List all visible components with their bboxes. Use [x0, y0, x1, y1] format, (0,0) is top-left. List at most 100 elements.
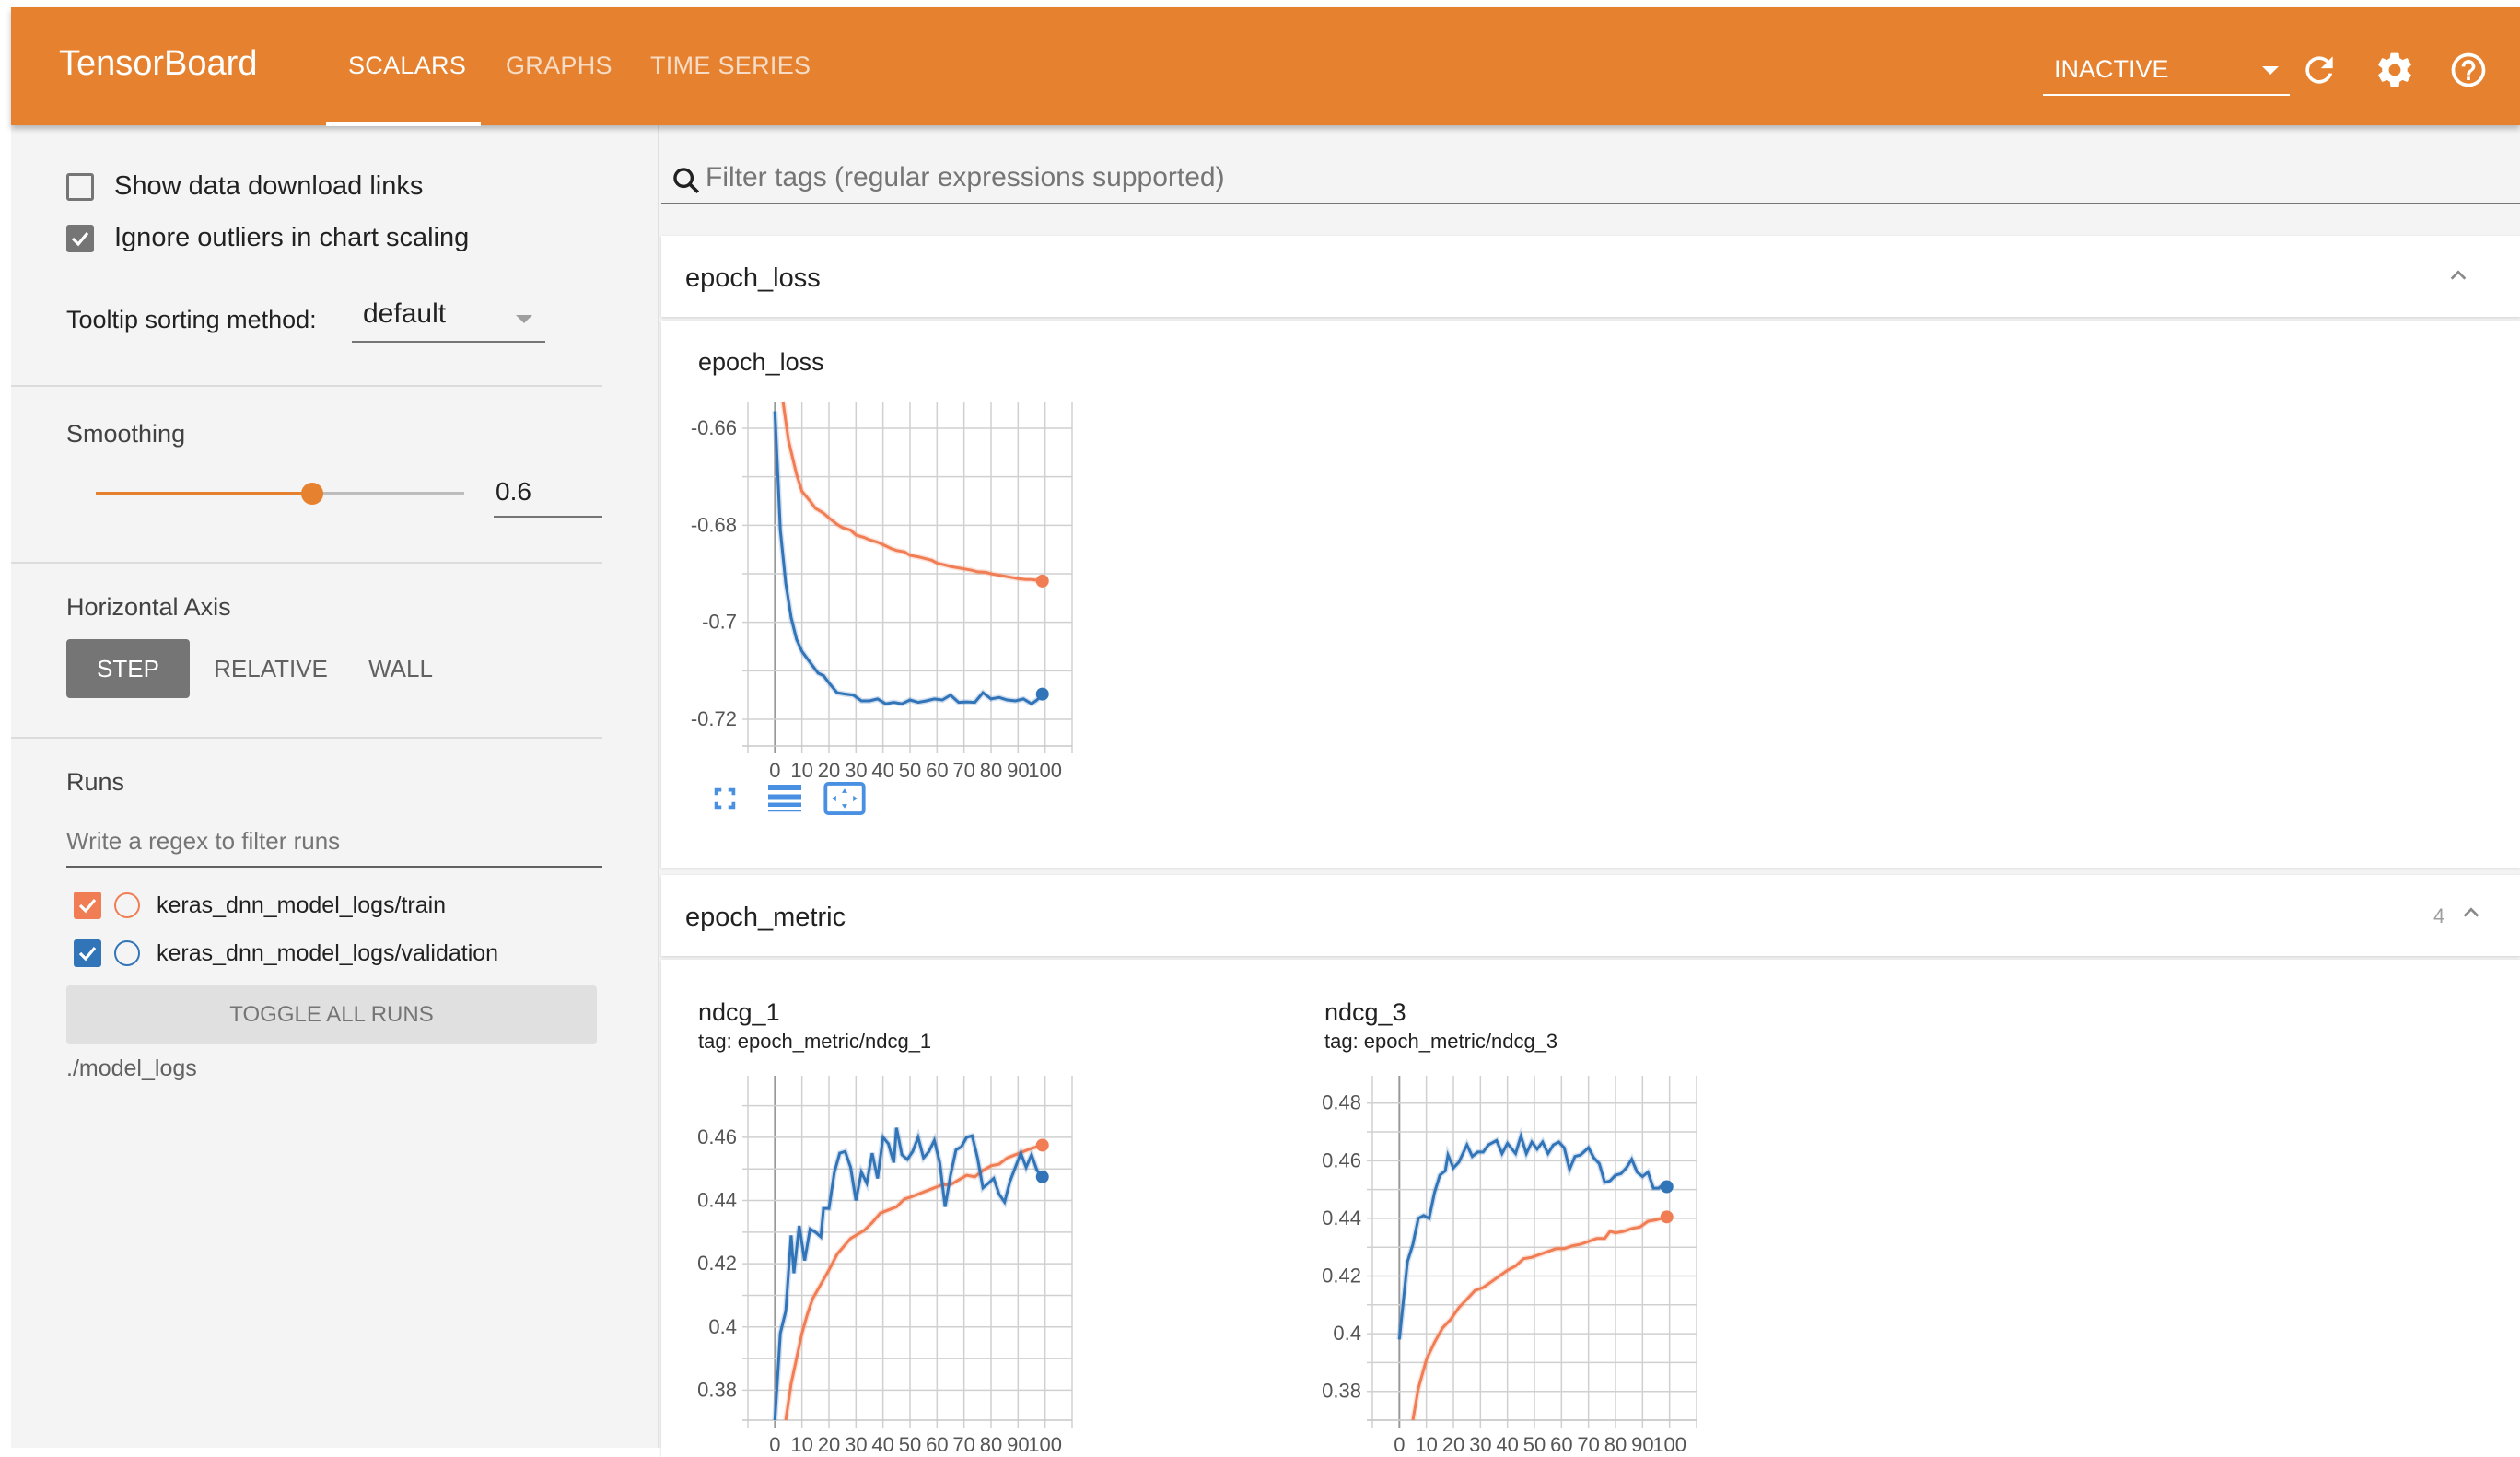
y-tick-label: 0.38 — [1322, 1380, 1361, 1403]
toggle-log-scale-icon[interactable] — [768, 785, 801, 812]
smoothing-value: 0.6 — [496, 477, 531, 506]
show-download-links-checkbox[interactable] — [66, 172, 94, 201]
series-end-marker — [1035, 1170, 1049, 1183]
axis-relative-button[interactable]: RELATIVE — [206, 639, 335, 698]
x-tick-label: 10 — [1415, 1433, 1437, 1455]
x-tick-label: 100 — [1028, 759, 1062, 781]
active-tab-indicator — [326, 122, 481, 126]
series-raw-line — [783, 1142, 1044, 1421]
x-tick-label: 10 — [790, 1433, 812, 1455]
fit-to-data-icon[interactable] — [711, 785, 739, 812]
series-end-marker — [1660, 1180, 1674, 1194]
x-tick-label: 30 — [845, 759, 867, 781]
chevron-up-icon[interactable] — [2448, 265, 2468, 286]
x-tick-label: 30 — [845, 1433, 867, 1455]
run-validation-checkbox[interactable] — [74, 939, 101, 967]
window-top-strip — [0, 0, 2520, 7]
runs-filter-input[interactable]: Write a regex to filter runs — [66, 818, 602, 868]
tab-graphs[interactable]: GRAPHS — [506, 52, 612, 80]
x-tick-label: 20 — [818, 759, 840, 781]
search-icon — [673, 168, 700, 194]
tab-time-series[interactable]: TIME SERIES — [650, 52, 811, 80]
chart-epoch-loss[interactable]: -0.66 -0.68 -0.7 -0.72 0 10 20 30 40 50 60 70 80 9010… — [689, 394, 1076, 781]
y-tick-label: 0.46 — [1322, 1148, 1361, 1171]
run-item-validation[interactable]: keras_dnn_model_logs/validation — [74, 939, 498, 967]
x-tick-label: 90 — [1631, 1433, 1653, 1455]
chart-title: epoch_loss — [698, 348, 824, 376]
pan-zoom-icon[interactable] — [823, 781, 866, 816]
chevron-up-icon[interactable] — [2461, 903, 2481, 923]
series-line — [1397, 1131, 1668, 1340]
sidebar-divider — [11, 562, 602, 564]
smoothing-label: Smoothing — [66, 420, 186, 448]
tag-filter-placeholder: Filter tags (regular expressions support… — [706, 162, 1225, 192]
slider-handle[interactable] — [301, 483, 324, 505]
x-tick-label: 40 — [871, 1433, 893, 1455]
x-tick-label: 40 — [1496, 1433, 1518, 1455]
axis-step-button[interactable]: STEP — [66, 639, 190, 698]
ignore-outliers-checkbox[interactable] — [66, 224, 94, 252]
help-icon[interactable] — [2448, 50, 2489, 90]
x-tick-label: 20 — [818, 1433, 840, 1455]
toggle-all-runs-button[interactable]: TOGGLE ALL RUNS — [66, 985, 597, 1044]
series-end-marker — [1035, 1138, 1049, 1152]
y-tick-label: 0.46 — [697, 1125, 737, 1148]
refresh-icon[interactable] — [2299, 50, 2339, 90]
series-end-marker — [1035, 687, 1049, 701]
x-tick-label: 50 — [899, 759, 921, 781]
section-header-epoch-loss[interactable]: epoch_loss — [661, 236, 2520, 317]
section-title: epoch_metric — [685, 903, 846, 932]
x-tick-label: 60 — [926, 1433, 948, 1455]
chart-ndcg-1[interactable]: 0.38 0.4 0.42 0.44 0.46 0 10 20 30 40 50 60 70 80 9010… — [689, 1068, 1076, 1455]
run-item-train[interactable]: keras_dnn_model_logs/train — [74, 892, 446, 919]
series-raw-line — [772, 1127, 1044, 1421]
horizontal-axis-label: Horizontal Axis — [66, 593, 231, 621]
section-title: epoch_loss — [685, 263, 821, 293]
y-tick-label: -0.68 — [691, 513, 737, 536]
tooltip-sorting-label: Tooltip sorting method: — [66, 306, 317, 333]
x-tick-label: 50 — [899, 1433, 921, 1455]
gear-icon[interactable] — [2374, 50, 2415, 90]
run-validation-color-circle[interactable] — [114, 940, 140, 966]
run-status-select[interactable]: INACTIVE — [2043, 46, 2290, 96]
caret-down-icon — [516, 315, 532, 323]
series-line — [773, 1127, 1044, 1421]
x-tick-label: 70 — [952, 759, 974, 781]
tag-filter-input[interactable]: Filter tags (regular expressions support… — [661, 153, 2520, 204]
ignore-outliers-label: Ignore outliers in chart scaling — [114, 223, 470, 252]
check-icon — [78, 946, 97, 962]
main-panel: Filter tags (regular expressions support… — [659, 125, 2520, 1457]
x-tick-label: 60 — [1550, 1433, 1572, 1455]
smoothing-slider[interactable] — [96, 483, 464, 505]
x-tick-label: 60 — [926, 759, 948, 781]
tooltip-sorting-select[interactable]: default — [352, 295, 545, 343]
run-train-checkbox[interactable] — [74, 892, 101, 919]
caret-down-icon — [2262, 66, 2279, 75]
section-body-epoch-metric: ndcg_1 tag: epoch_metric/ndcg_1 0.38 0.4 0… — [661, 960, 2520, 1457]
chart-title: ndcg_1 — [698, 998, 780, 1026]
show-download-links-toggle[interactable]: Show data download links — [66, 171, 423, 202]
check-icon — [78, 898, 97, 914]
logdir-path: ./model_logs — [66, 1055, 197, 1081]
x-tick-label: 0 — [1394, 1433, 1405, 1455]
x-tick-label: 80 — [980, 1433, 1002, 1455]
x-tick-label: 20 — [1442, 1433, 1464, 1455]
tab-scalars[interactable]: SCALARS — [348, 52, 466, 80]
check-icon — [71, 231, 89, 246]
axis-wall-button[interactable]: WALL — [350, 639, 451, 698]
y-tick-label: 0.48 — [1322, 1091, 1361, 1114]
chart-ndcg-3[interactable]: 0.38 0.4 0.42 0.44 0.46 0.48 0 10 20 30 40 50 60 70 80… — [1313, 1068, 1700, 1455]
x-tick-label: 80 — [1604, 1433, 1627, 1455]
chart-tag: tag: epoch_metric/ndcg_3 — [1324, 1030, 1558, 1053]
run-train-color-circle[interactable] — [114, 892, 140, 918]
x-tick-label: 70 — [952, 1433, 974, 1455]
chart-tag: tag: epoch_metric/ndcg_1 — [698, 1030, 932, 1053]
chart-title: ndcg_3 — [1324, 998, 1406, 1026]
run-train-label: keras_dnn_model_logs/train — [157, 892, 447, 918]
section-header-epoch-metric[interactable]: epoch_metric 4 — [661, 875, 2520, 956]
series-end-marker — [1035, 574, 1049, 588]
smoothing-value-input[interactable]: 0.6 — [494, 470, 602, 518]
ignore-outliers-toggle[interactable]: Ignore outliers in chart scaling — [66, 223, 469, 253]
section-body-epoch-loss: epoch_loss -0.66 -0.68 -0.7 -0.72 0 10 20 30 40 5… — [661, 321, 2520, 868]
section-count: 4 — [2433, 904, 2445, 927]
